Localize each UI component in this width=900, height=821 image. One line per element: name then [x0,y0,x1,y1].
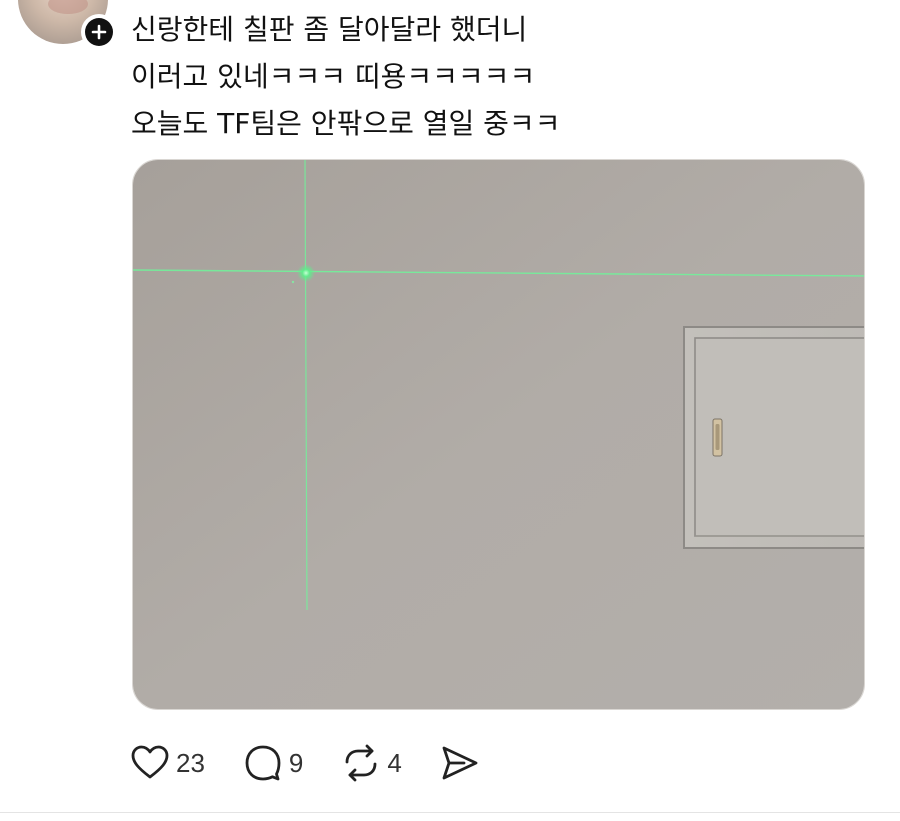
post-text-line: 신랑한테 칠판 좀 달아달라 했더니 [131,13,528,46]
follow-button[interactable] [81,14,117,50]
reply-button[interactable]: 9 [243,743,303,783]
post-text: 신랑한테 칠판 좀 달아달라 했더니 이러고 있네ㅋㅋㅋ 띠용ㅋㅋㅋㅋㅋ 오늘도… [131,6,871,147]
post-actions: 23 9 4 [130,740,518,786]
avatar-face [48,0,88,14]
heart-icon [130,743,170,783]
share-button[interactable] [440,743,480,783]
thread-post: 신랑한테 칠판 좀 달아달라 했더니 이러고 있네ㅋㅋㅋ 띠용ㅋㅋㅋㅋㅋ 오늘도… [0,0,900,821]
repost-button[interactable]: 4 [341,743,402,783]
post-text-line: 오늘도 TF팀은 안팎으로 열일 중ㅋㅋ [131,107,561,140]
send-icon [440,743,480,783]
like-button[interactable]: 23 [130,743,205,783]
like-count: 23 [176,747,205,778]
laser-dot [297,264,315,282]
post-divider [0,812,900,813]
repost-count: 4 [387,747,402,778]
plus-icon [85,18,113,46]
post-text-line: 이러고 있네ㅋㅋㅋ 띠용ㅋㅋㅋㅋㅋ [131,60,536,93]
wall-laser-photo [133,160,864,709]
speech-bubble-icon [243,743,283,783]
post-image[interactable] [132,159,865,710]
reply-count: 9 [288,747,304,778]
repost-icon [341,743,381,783]
